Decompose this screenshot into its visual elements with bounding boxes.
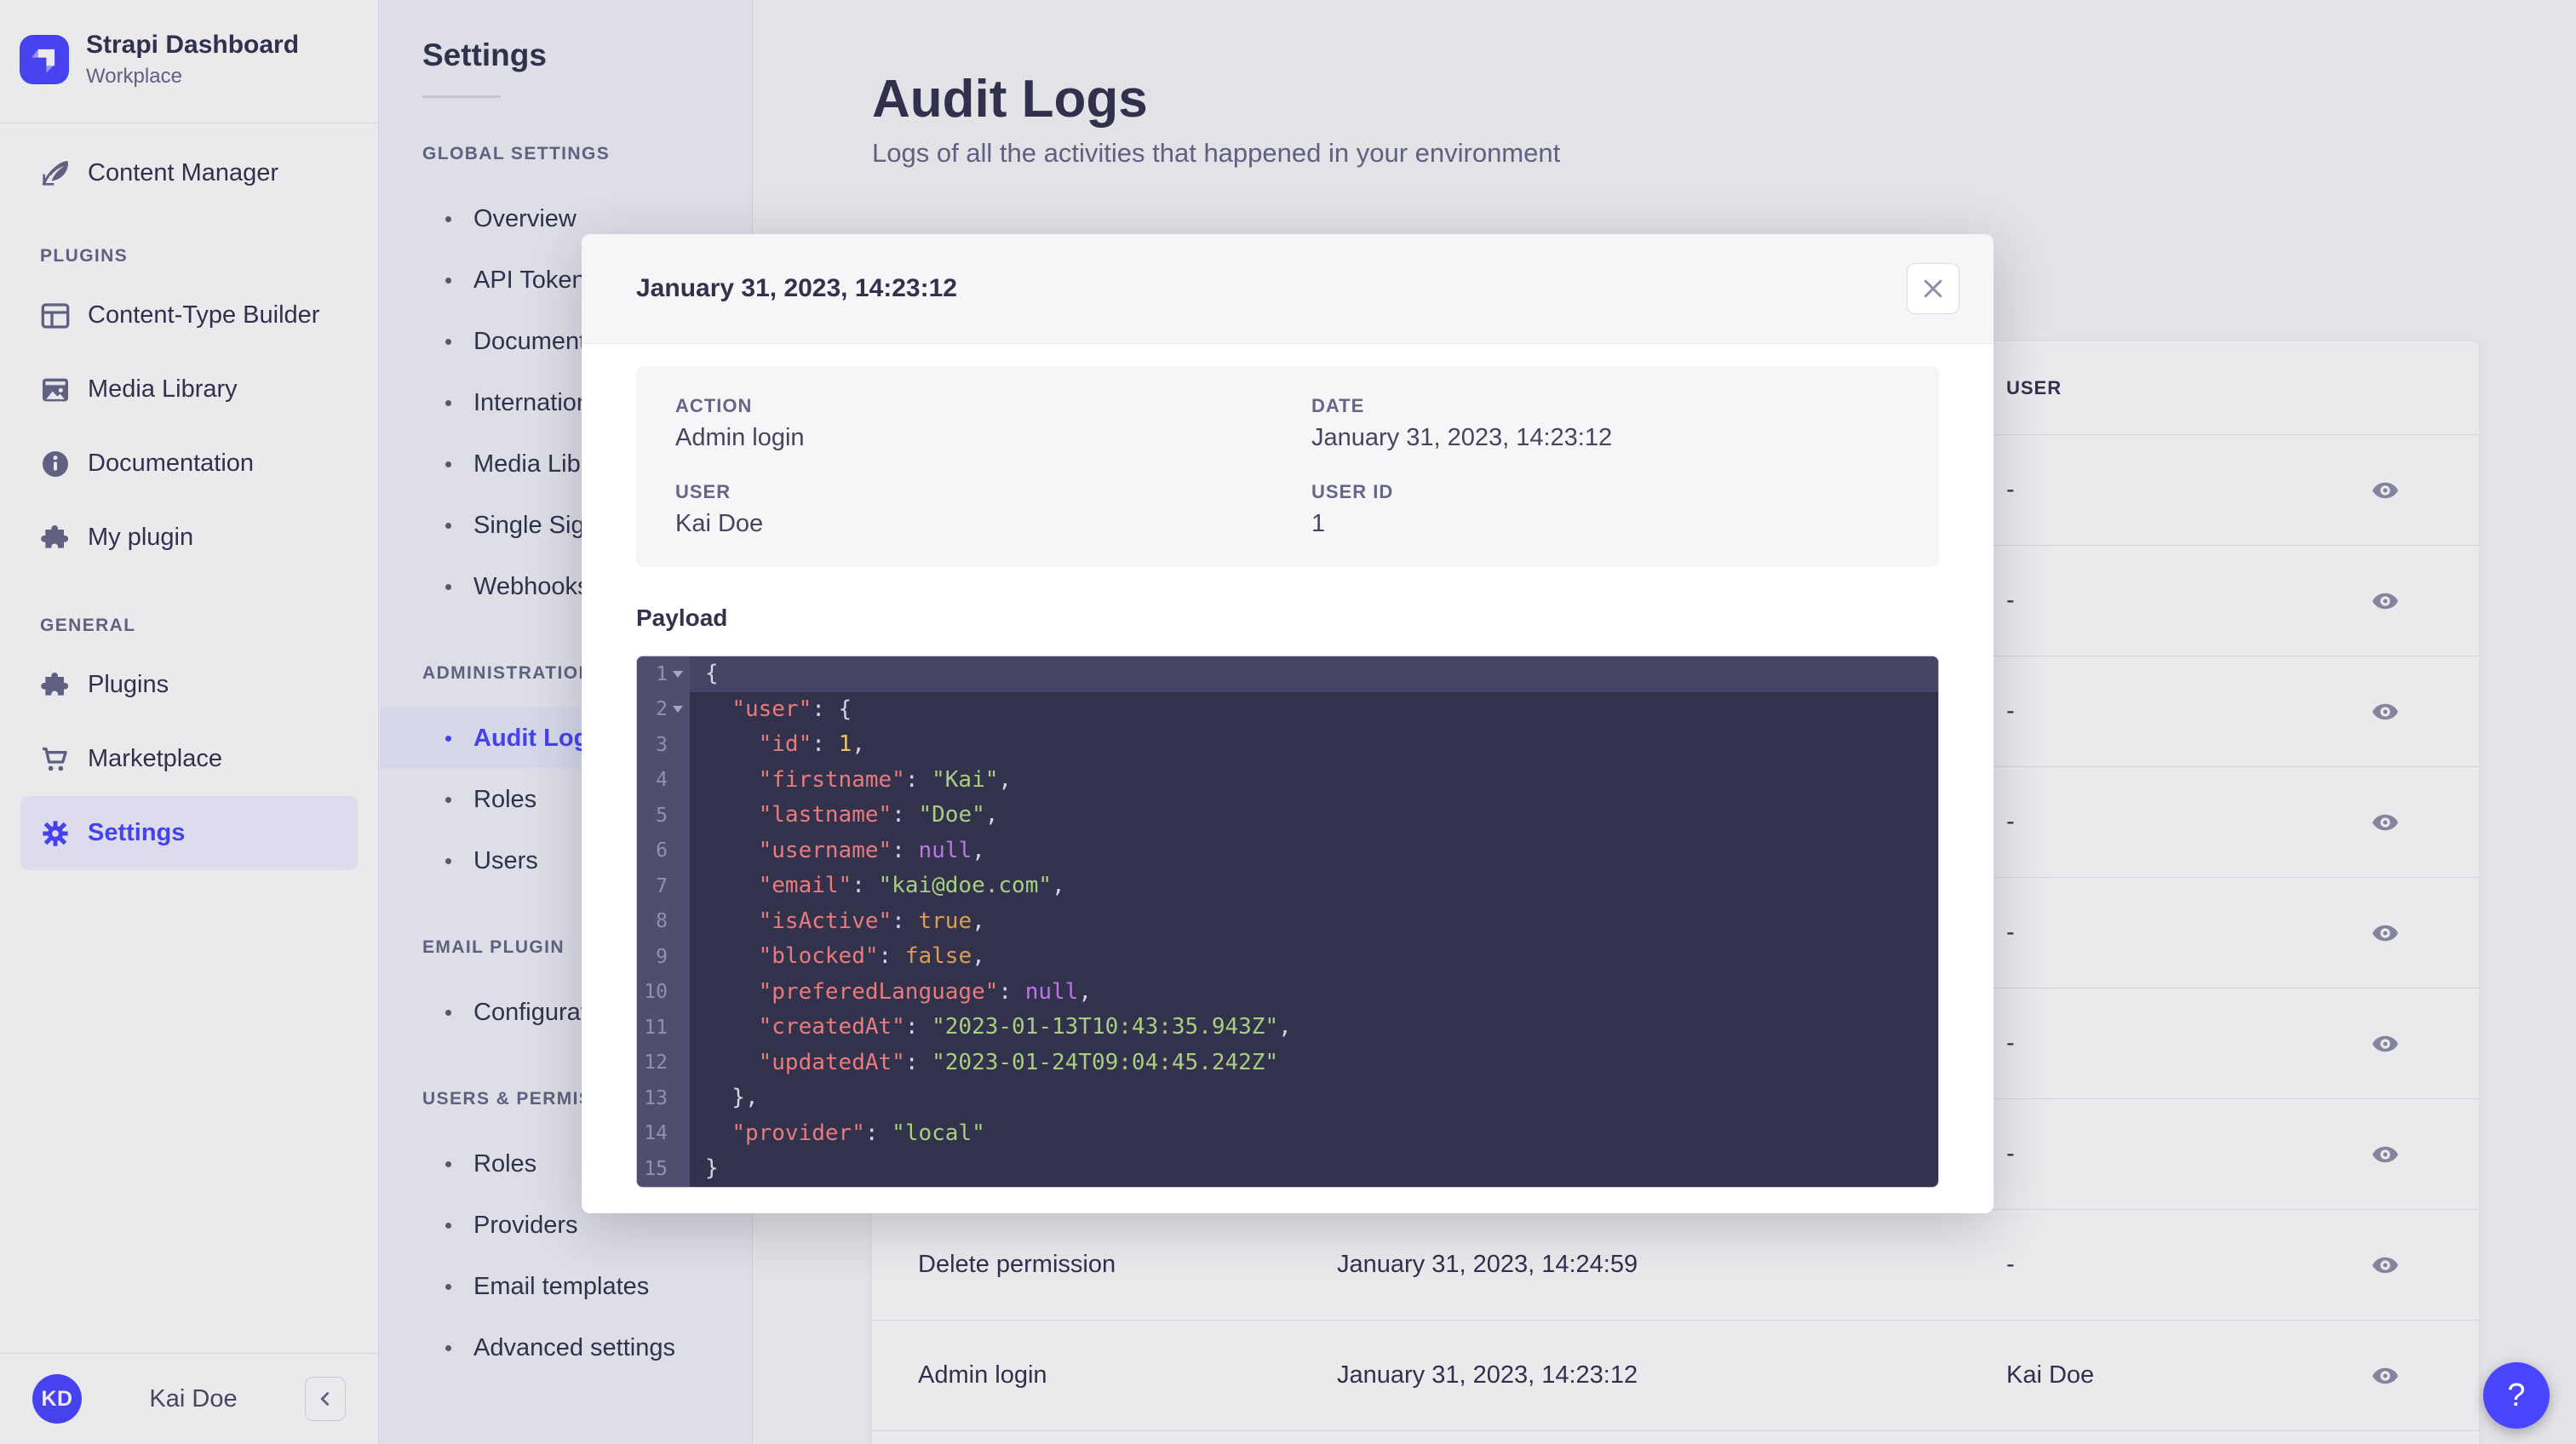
close-icon [1920,276,1946,301]
line-number: 11 [637,1017,668,1039]
gutter[interactable]: 4 [637,763,690,799]
code-line: 13 }, [637,1080,1938,1116]
detail-label: USER ID [1311,481,1900,503]
code-line: 7 "email": "kai@doe.com", [637,868,1938,904]
gutter[interactable]: 6 [637,834,690,869]
line-number: 14 [637,1122,668,1144]
line-number: 10 [637,981,668,1003]
detail-field: DATE January 31, 2023, 14:23:12 [1311,395,1900,452]
gutter[interactable]: 15 [637,1151,690,1187]
gutter[interactable]: 7 [637,868,690,904]
gutter[interactable]: 2 [637,692,690,728]
audit-log-details-modal: January 31, 2023, 14:23:12 ACTION Admin … [582,234,1994,1213]
line-number: 8 [637,910,668,932]
code-line: 8 "isActive": true, [637,904,1938,940]
gutter[interactable]: 14 [637,1116,690,1152]
modal-header: January 31, 2023, 14:23:12 [582,234,1994,344]
gutter[interactable]: 5 [637,798,690,834]
code-line: 15 } [637,1151,1938,1187]
code-line: 10 "preferedLanguage": null, [637,975,1938,1011]
code-line: 1 { [637,656,1938,692]
detail-value: Kai Doe [675,510,1311,538]
payload-label: Payload [636,605,1939,632]
detail-field: ACTION Admin login [675,395,1311,452]
detail-value: January 31, 2023, 14:23:12 [1311,424,1900,452]
modal-title: January 31, 2023, 14:23:12 [636,274,957,303]
line-number: 6 [637,839,668,862]
gutter[interactable]: 13 [637,1080,690,1116]
detail-field: USER ID 1 [1311,481,1900,538]
fold-chevron-icon[interactable] [673,706,683,713]
detail-value: 1 [1311,510,1900,538]
code-line: 4 "firstname": "Kai", [637,763,1938,799]
gutter[interactable]: 12 [637,1046,690,1081]
payload-code-editor[interactable]: 1 { 2 "user": { 3 "id": 1, 4 "firstname"… [636,656,1939,1188]
code-line: 3 "id": 1, [637,727,1938,763]
gutter[interactable]: 8 [637,904,690,940]
gutter[interactable]: 10 [637,975,690,1011]
line-number: 9 [637,946,668,968]
gutter[interactable]: 1 [637,656,690,692]
detail-field: USER Kai Doe [675,481,1311,538]
detail-label: USER [675,481,1311,503]
log-details-box: ACTION Admin login DATE January 31, 2023… [636,366,1939,567]
code-line: 5 "lastname": "Doe", [637,798,1938,834]
fold-chevron-icon[interactable] [673,671,683,678]
line-number: 7 [637,875,668,897]
code-line: 2 "user": { [637,692,1938,728]
line-number: 13 [637,1087,668,1109]
gutter[interactable]: 9 [637,939,690,975]
code-line: 12 "updatedAt": "2023-01-24T09:04:45.242… [637,1046,1938,1081]
line-number: 1 [637,663,668,685]
code-line: 11 "createdAt": "2023-01-13T10:43:35.943… [637,1010,1938,1046]
help-button[interactable]: ? [2483,1362,2550,1429]
code-line: 14 "provider": "local" [637,1116,1938,1152]
gutter[interactable]: 3 [637,727,690,763]
line-number: 2 [637,698,668,720]
line-number: 15 [637,1158,668,1180]
line-number: 5 [637,805,668,827]
detail-value: Admin login [675,424,1311,452]
gutter[interactable]: 11 [637,1010,690,1046]
code-line: 9 "blocked": false, [637,939,1938,975]
line-number: 4 [637,769,668,791]
detail-label: ACTION [675,395,1311,417]
close-modal-button[interactable] [1907,263,1959,314]
code-line: 6 "username": null, [637,834,1938,869]
detail-label: DATE [1311,395,1900,417]
line-number: 3 [637,734,668,756]
line-number: 12 [637,1051,668,1074]
